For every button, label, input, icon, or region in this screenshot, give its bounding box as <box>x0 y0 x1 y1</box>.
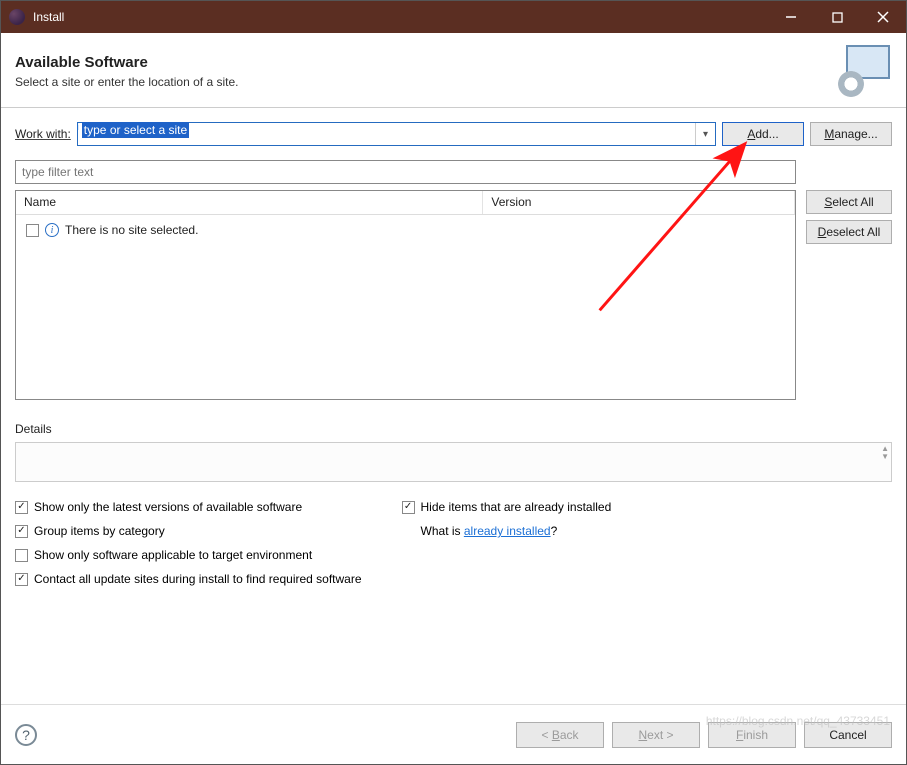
install-wizard-icon <box>836 43 892 99</box>
help-button[interactable]: ? <box>15 724 37 746</box>
option-2[interactable]: Show only software applicable to target … <box>15 548 362 562</box>
select-all-button[interactable]: Select All <box>806 190 892 214</box>
next-button: Next > <box>612 722 700 748</box>
page-title: Available Software <box>15 54 836 71</box>
dialog-footer: ? < Back Next > Finish Cancel <box>1 704 906 764</box>
row-checkbox[interactable] <box>26 224 39 237</box>
watermark-text: https://blog.csdn.net/qq_43733451 <box>706 714 890 728</box>
already-installed-info: What is already installed? <box>402 524 702 538</box>
page-subtitle: Select a site or enter the location of a… <box>15 75 836 89</box>
work-with-combo[interactable]: type or select a site ▾ <box>77 122 716 146</box>
manage-button[interactable]: Manage... <box>810 122 892 146</box>
option-0[interactable]: Show only the latest versions of availab… <box>15 500 362 514</box>
option-hide-installed[interactable]: Hide items that are already installed <box>402 500 702 514</box>
close-button[interactable] <box>860 1 906 33</box>
work-with-label: Work with:i <box>15 127 71 141</box>
empty-message: There is no site selected. <box>65 223 198 237</box>
eclipse-icon <box>9 9 25 25</box>
add-button[interactable]: Add... <box>722 122 804 146</box>
details-label: Details <box>15 422 892 436</box>
filter-input[interactable] <box>15 160 796 184</box>
dialog-header: Available Software Select a site or ente… <box>1 33 906 108</box>
spinner-icon[interactable]: ▲▼ <box>881 445 889 461</box>
option-1[interactable]: Group items by category <box>15 524 362 538</box>
already-installed-link[interactable]: already installed <box>464 524 551 538</box>
details-text[interactable]: ▲▼ <box>15 442 892 482</box>
option-3[interactable]: Contact all update sites during install … <box>15 572 362 586</box>
column-version[interactable]: Version <box>483 191 795 214</box>
work-with-input: type or select a site <box>78 123 695 145</box>
info-icon: i <box>45 223 59 237</box>
deselect-all-button[interactable]: Deselect All <box>806 220 892 244</box>
checkbox-option-2[interactable] <box>15 549 28 562</box>
checkbox-option-0[interactable] <box>15 501 28 514</box>
chevron-down-icon[interactable]: ▾ <box>695 123 715 145</box>
software-list[interactable]: Name Version i There is no site selected… <box>15 190 796 400</box>
checkbox-option-1[interactable] <box>15 525 28 538</box>
minimize-button[interactable] <box>768 1 814 33</box>
column-name[interactable]: Name <box>16 191 483 214</box>
maximize-button[interactable] <box>814 1 860 33</box>
window-title: Install <box>33 10 768 24</box>
back-button: < Back <box>516 722 604 748</box>
checkbox-option-3[interactable] <box>15 573 28 586</box>
window-titlebar[interactable]: Install <box>1 1 906 33</box>
list-empty-row: i There is no site selected. <box>16 215 795 245</box>
install-dialog: Install Available Software Select a site… <box>0 0 907 765</box>
checkbox-hide-installed[interactable] <box>402 501 415 514</box>
